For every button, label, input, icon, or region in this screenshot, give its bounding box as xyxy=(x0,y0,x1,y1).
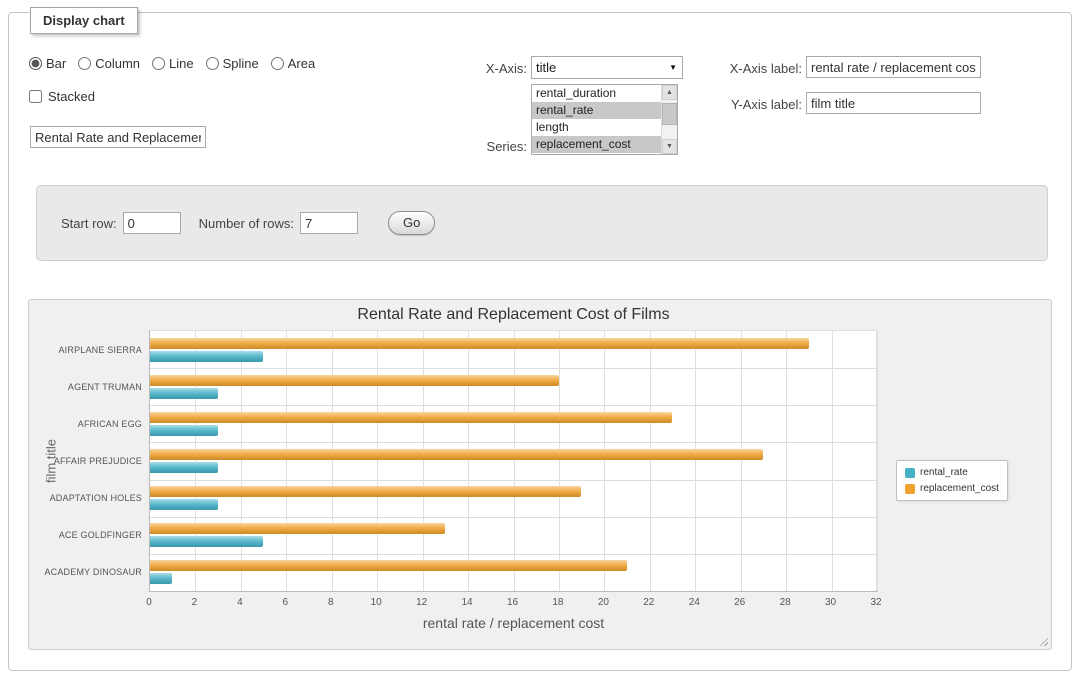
bar-rental_rate xyxy=(150,388,218,399)
go-button[interactable]: Go xyxy=(388,211,435,235)
chart-type-label: Bar xyxy=(46,56,66,71)
x-axis-field-label: X-Axis: xyxy=(420,61,527,76)
x-tick-label: 12 xyxy=(416,597,427,608)
x-tick-label: 32 xyxy=(870,597,881,608)
x-tick-label: 0 xyxy=(146,597,152,608)
chart-type-label: Spline xyxy=(223,56,259,71)
chart-type-radio-group: Bar Column Line Spline Area xyxy=(29,56,315,71)
bar-rental_rate xyxy=(150,425,218,436)
x-tick-label: 28 xyxy=(780,597,791,608)
start-row-input[interactable] xyxy=(123,212,181,234)
y-axis-label-input[interactable] xyxy=(806,92,981,114)
chart-type-label: Column xyxy=(95,56,140,71)
bar-rental_rate xyxy=(150,499,218,510)
y-axis-label-field-label: Y-Axis label: xyxy=(690,97,802,112)
x-tick-label: 14 xyxy=(462,597,473,608)
chart-type-option-area[interactable]: Area xyxy=(271,56,315,71)
series-listbox[interactable]: rental_durationrental_ratelengthreplacem… xyxy=(531,84,678,155)
x-tick-label: 20 xyxy=(598,597,609,608)
x-axis-label-field-label: X-Axis label: xyxy=(690,61,802,76)
x-tick-label: 22 xyxy=(643,597,654,608)
legend-item-rental_rate[interactable]: rental_rate xyxy=(905,467,999,478)
legend-label: rental_rate xyxy=(920,467,968,478)
bar-rental_rate xyxy=(150,573,172,584)
x-tick-label: 16 xyxy=(507,597,518,608)
row-range-panel: Start row: Number of rows: Go xyxy=(36,185,1048,261)
category-label: AFRICAN EGG xyxy=(24,419,142,429)
chart-type-radio[interactable] xyxy=(78,57,91,70)
scroll-down-icon[interactable]: ▼ xyxy=(662,139,677,154)
chart-panel: Rental Rate and Replacement Cost of Film… xyxy=(28,299,1052,650)
legend-swatch-icon xyxy=(905,468,915,478)
x-tick-label: 18 xyxy=(552,597,563,608)
series-option-replacement_cost[interactable]: replacement_cost xyxy=(532,136,661,153)
x-tick-label: 30 xyxy=(825,597,836,608)
scroll-thumb[interactable] xyxy=(662,103,677,125)
category-label: ACADEMY DINOSAUR xyxy=(24,567,142,577)
category-label: AFFAIR PREJUDICE xyxy=(24,456,142,466)
plot-area: AIRPLANE SIERRAAGENT TRUMANAFRICAN EGGAF… xyxy=(149,330,878,592)
stacked-label: Stacked xyxy=(48,89,95,104)
x-tick-label: 24 xyxy=(689,597,700,608)
x-tick-label: 26 xyxy=(734,597,745,608)
legend-label: replacement_cost xyxy=(920,483,999,494)
scroll-track[interactable] xyxy=(662,100,677,139)
category-label: AGENT TRUMAN xyxy=(24,382,142,392)
chart-type-option-spline[interactable]: Spline xyxy=(206,56,259,71)
category-label: AIRPLANE SIERRA xyxy=(24,345,142,355)
series-option-length[interactable]: length xyxy=(532,119,661,136)
chart-type-radio[interactable] xyxy=(271,57,284,70)
series-options-list: rental_durationrental_ratelengthreplacem… xyxy=(532,85,661,154)
x-tick-label: 6 xyxy=(283,597,289,608)
x-axis-label-input[interactable] xyxy=(806,56,981,78)
chart-type-option-line[interactable]: Line xyxy=(152,56,194,71)
x-tick-label: 10 xyxy=(371,597,382,608)
bar-replacement_cost xyxy=(150,338,809,349)
chart-type-label: Area xyxy=(288,56,315,71)
bar-replacement_cost xyxy=(150,523,445,534)
chart-type-radio[interactable] xyxy=(152,57,165,70)
legend-swatch-icon xyxy=(905,484,915,494)
category-label: ADAPTATION HOLES xyxy=(24,493,142,503)
start-row-label: Start row: xyxy=(61,216,117,231)
x-tick-label: 4 xyxy=(237,597,243,608)
bar-rental_rate xyxy=(150,462,218,473)
series-field-label: Series: xyxy=(420,139,527,154)
series-option-rental_duration[interactable]: rental_duration xyxy=(532,85,661,102)
x-axis-select[interactable]: title xyxy=(531,56,683,79)
num-rows-input[interactable] xyxy=(300,212,358,234)
chart-type-option-column[interactable]: Column xyxy=(78,56,140,71)
chart-title-input[interactable] xyxy=(30,126,206,148)
chart-type-radio[interactable] xyxy=(206,57,219,70)
category-label: ACE GOLDFINGER xyxy=(24,530,142,540)
chart-type-option-bar[interactable]: Bar xyxy=(29,56,66,71)
num-rows-label: Number of rows: xyxy=(199,216,294,231)
chart-legend: rental_rate replacement_cost xyxy=(896,460,1008,501)
x-axis-title: rental rate / replacement cost xyxy=(149,615,878,631)
fieldset-legend-title: Display chart xyxy=(30,7,138,34)
display-chart-page: Display chart Bar Column Line Spline Area St… xyxy=(0,0,1081,681)
x-axis-select-wrap[interactable]: title ▼ xyxy=(531,56,683,79)
x-tick-label: 8 xyxy=(328,597,334,608)
bar-rental_rate xyxy=(150,536,263,547)
bar-replacement_cost xyxy=(150,449,763,460)
legend-item-replacement_cost[interactable]: replacement_cost xyxy=(905,483,999,494)
series-option-rental_rate[interactable]: rental_rate xyxy=(532,102,661,119)
stacked-checkbox[interactable] xyxy=(29,90,42,103)
chart-type-label: Line xyxy=(169,56,194,71)
bar-replacement_cost xyxy=(150,486,581,497)
bar-replacement_cost xyxy=(150,412,672,423)
x-tick-label: 2 xyxy=(192,597,198,608)
x-axis-tick-labels: 02468101214161820222426283032 xyxy=(149,597,878,609)
resize-handle-icon[interactable] xyxy=(1037,635,1048,646)
bar-rental_rate xyxy=(150,351,263,362)
bar-replacement_cost xyxy=(150,375,559,386)
stacked-option[interactable]: Stacked xyxy=(29,89,95,104)
scroll-up-icon[interactable]: ▲ xyxy=(662,85,677,100)
chart-type-radio[interactable] xyxy=(29,57,42,70)
bar-replacement_cost xyxy=(150,560,627,571)
series-scrollbar[interactable]: ▲ ▼ xyxy=(661,85,677,154)
chart-title: Rental Rate and Replacement Cost of Film… xyxy=(149,306,878,324)
